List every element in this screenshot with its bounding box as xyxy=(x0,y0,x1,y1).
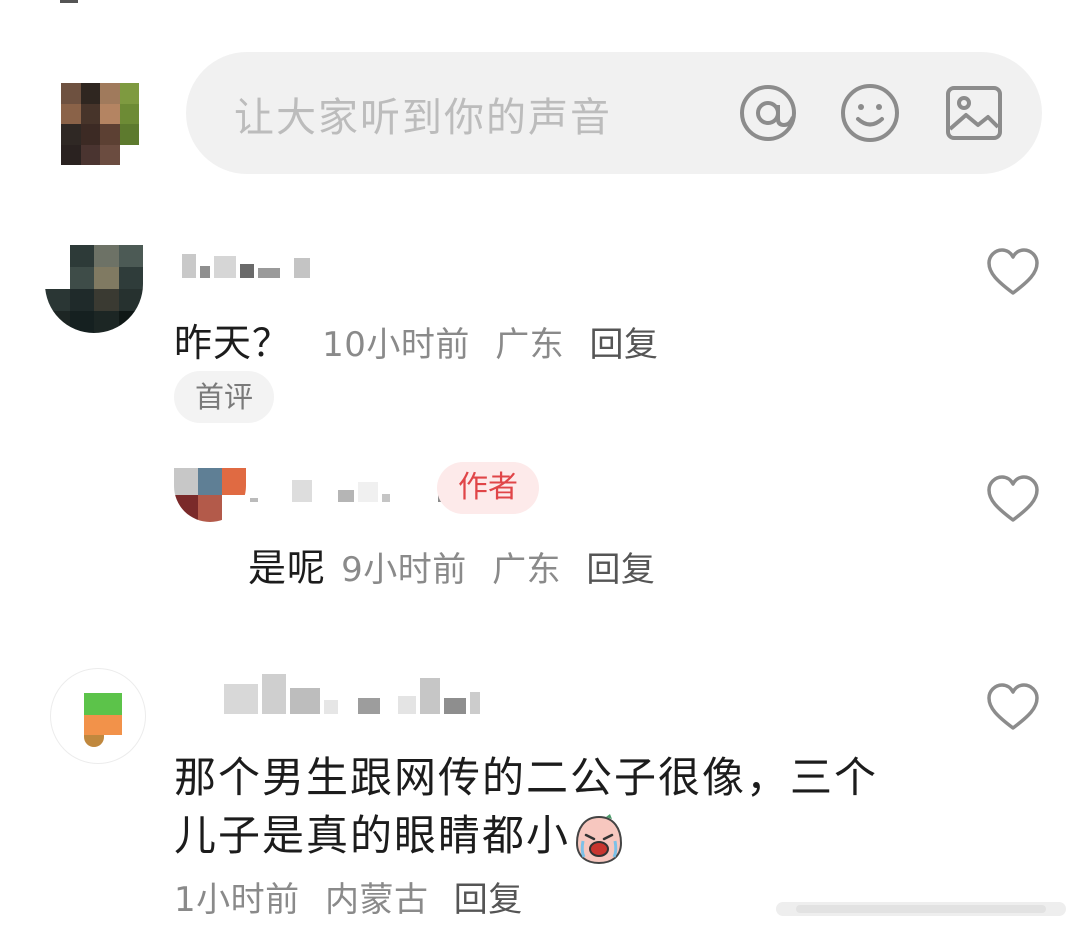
first-comment-badge: 首评 xyxy=(174,371,274,423)
watermark-blur xyxy=(776,902,1066,916)
comment-time: 1小时前 xyxy=(174,880,300,920)
reply-time: 9小时前 xyxy=(341,550,467,590)
reply-button[interactable]: 回复 xyxy=(454,880,523,920)
reply-location: 广东 xyxy=(492,550,562,590)
like-heart-icon[interactable] xyxy=(985,474,1041,524)
reply-button[interactable]: 回复 xyxy=(586,550,655,590)
emoji-icon[interactable] xyxy=(840,83,900,143)
top-divider-mark xyxy=(60,0,78,3)
commenter-avatar[interactable] xyxy=(45,245,143,333)
author-avatar[interactable] xyxy=(174,468,246,522)
comment-body[interactable]: 那个男生跟网传的二公子很像，三个 xyxy=(174,744,878,805)
reply-button[interactable]: 回复 xyxy=(590,325,659,365)
comment-input-placeholder: 让大家听到你的声音 xyxy=(234,95,612,141)
comment-time: 10小时前 xyxy=(322,325,470,365)
commenter-avatar[interactable] xyxy=(50,668,146,764)
commenter-nickname[interactable] xyxy=(224,674,480,714)
crying-face-sticker-icon xyxy=(576,813,623,864)
comment-text-line2: 儿子是真的眼睛都小 xyxy=(174,811,571,860)
comment-location: 广东 xyxy=(495,325,565,365)
reply-body[interactable]: 是呢 9小时前 广东 回复 xyxy=(248,537,655,592)
comment-meta: 1小时前 内蒙古 回复 xyxy=(174,872,523,921)
comment-location: 内蒙古 xyxy=(324,880,429,920)
commenter-nickname[interactable] xyxy=(182,252,310,278)
image-icon[interactable] xyxy=(944,83,1004,143)
comment-page: 让大家听到你的声音 昨天？ 10小时前 广东 回复 首评 作者 是呢 9小时前 … xyxy=(0,0,1086,938)
author-badge: 作者 xyxy=(437,462,539,514)
like-heart-icon[interactable] xyxy=(985,682,1041,732)
comment-body[interactable]: 昨天？ 10小时前 广东 回复 xyxy=(174,312,659,367)
comment-text: 昨天？ xyxy=(174,321,292,365)
comment-text-line1: 那个男生跟网传的二公子很像，三个 xyxy=(174,753,879,802)
reply-text: 是呢 xyxy=(248,546,327,590)
comment-body-line2: 儿子是真的眼睛都小 xyxy=(174,802,624,865)
author-nickname[interactable] xyxy=(250,466,444,502)
at-icon[interactable] xyxy=(738,83,798,143)
comment-input[interactable]: 让大家听到你的声音 xyxy=(186,52,1042,174)
current-user-avatar xyxy=(61,83,139,165)
like-heart-icon[interactable] xyxy=(985,247,1041,297)
